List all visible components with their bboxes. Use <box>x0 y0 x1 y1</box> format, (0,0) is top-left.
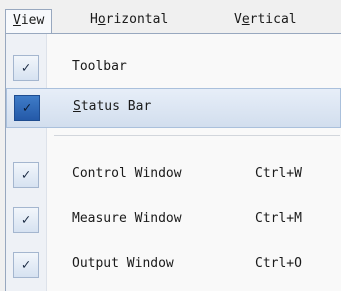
menu-item-shortcut: Ctrl+W <box>255 166 302 181</box>
menu-horizontal-access-key: o <box>97 12 106 27</box>
menu-item-measure-window[interactable]: ✓ Measure Window Ctrl+M <box>6 201 341 241</box>
menu-vertical[interactable]: Vertical <box>227 9 304 33</box>
menu-vertical-access-key: e <box>241 12 250 27</box>
checkmark-icon: ✓ <box>13 55 39 81</box>
menu-item-label: Measure Window <box>72 211 182 226</box>
checkmark-icon: ✓ <box>13 207 39 233</box>
view-dropdown-menu: ✓ Toolbar ✓ Status Bar ✓ Control Window … <box>5 33 341 291</box>
menu-vertical-label-pre: V <box>234 12 242 27</box>
menu-horizontal-label-pre: H <box>90 12 98 27</box>
menu-item-control-window[interactable]: ✓ Control Window Ctrl+W <box>6 156 341 196</box>
menu-view-access-key: V <box>13 13 21 28</box>
menu-item-label: Control Window <box>72 166 182 181</box>
checkmark-icon: ✓ <box>14 95 40 121</box>
menu-separator <box>54 135 340 136</box>
menu-item-label: Status Bar <box>73 99 151 114</box>
menu-item-shortcut: Ctrl+M <box>255 211 302 226</box>
menu-item-toolbar[interactable]: ✓ Toolbar <box>6 49 341 89</box>
menu-view-label-rest: iew <box>20 13 45 28</box>
checkmark-icon: ✓ <box>13 162 39 188</box>
menu-item-label-rest: tatus Bar <box>80 99 152 114</box>
menu-horizontal[interactable]: Horizontal <box>83 9 175 33</box>
menu-horizontal-label-rest: rizontal <box>105 12 169 27</box>
menu-item-output-window[interactable]: ✓ Output Window Ctrl+O <box>6 246 341 286</box>
menu-item-shortcut: Ctrl+O <box>255 256 302 271</box>
checkmark-icon: ✓ <box>13 252 39 278</box>
menu-item-label: Toolbar <box>72 59 127 74</box>
menu-item-access-key: S <box>73 99 81 114</box>
menu-item-label: Output Window <box>72 256 174 271</box>
menu-vertical-label-rest: rtical <box>249 12 297 27</box>
menu-item-status-bar[interactable]: ✓ Status Bar <box>6 88 341 128</box>
menu-view[interactable]: View <box>5 9 53 33</box>
